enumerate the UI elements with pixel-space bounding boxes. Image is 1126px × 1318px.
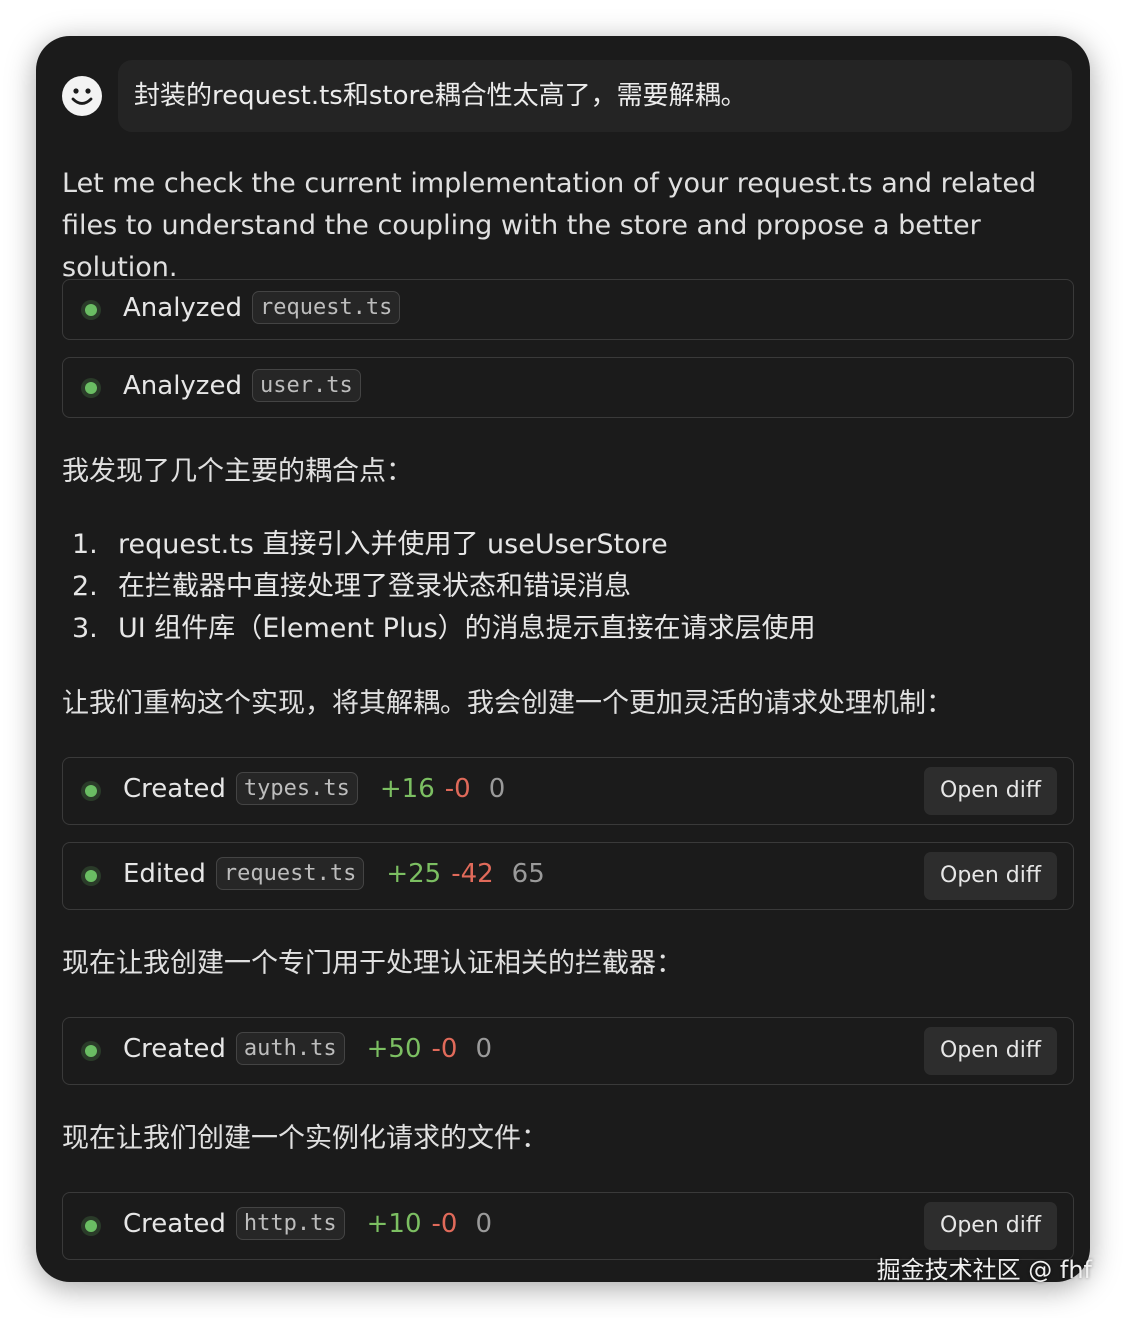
change-card-types[interactable]: Created types.ts +16 -0 0 Open diff xyxy=(62,757,1074,825)
status-dot-icon xyxy=(85,1220,97,1232)
lines-removed: -0 xyxy=(431,1208,458,1239)
change-count: 0 xyxy=(488,773,506,804)
change-card-auth[interactable]: Created auth.ts +50 -0 0 Open diff xyxy=(62,1017,1074,1085)
file-chip[interactable]: http.ts xyxy=(235,1207,345,1240)
coupling-issues-list: 1. request.ts 直接引入并使用了 useUserStore 2. 在… xyxy=(72,524,816,650)
action-label: Edited xyxy=(123,858,206,889)
lines-removed: -0 xyxy=(444,773,471,804)
change-card-request[interactable]: Edited request.ts +25 -42 65 Open diff xyxy=(62,842,1074,910)
action-label: Created xyxy=(123,1033,226,1064)
analyzed-card-user[interactable]: Analyzed user.ts xyxy=(62,357,1074,418)
status-dot-icon xyxy=(85,870,97,882)
file-chip[interactable]: request.ts xyxy=(251,291,401,324)
analyzed-card-request[interactable]: Analyzed request.ts xyxy=(62,279,1074,340)
status-dot-icon xyxy=(85,1045,97,1057)
auth-interceptor-text: 现在让我创建一个专门用于处理认证相关的拦截器： xyxy=(62,948,683,979)
list-item: 2. 在拦截器中直接处理了登录状态和错误消息 xyxy=(72,571,631,602)
open-diff-button[interactable]: Open diff xyxy=(924,1202,1057,1250)
change-card-http[interactable]: Created http.ts +10 -0 0 Open diff xyxy=(62,1192,1074,1260)
change-count: 0 xyxy=(475,1208,492,1239)
http-instance-text: 现在让我们创建一个实例化请求的文件： xyxy=(62,1123,548,1154)
status-dot-icon xyxy=(85,785,97,797)
file-chip[interactable]: request.ts xyxy=(215,857,365,890)
list-item: 3. UI 组件库（Element Plus）的消息提示直接在请求层使用 xyxy=(72,613,816,644)
lines-added: +25 xyxy=(386,858,442,889)
open-diff-button[interactable]: Open diff xyxy=(924,767,1057,815)
user-message-bubble: 封装的request.ts和store耦合性太高了，需要解耦。 xyxy=(118,60,1072,132)
chat-window: 封装的request.ts和store耦合性太高了，需要解耦。 Let me c… xyxy=(36,36,1090,1282)
lines-removed: -42 xyxy=(451,858,494,889)
action-label: Created xyxy=(123,1208,226,1239)
refactor-text: 让我们重构这个实现，将其解耦。我会创建一个更加灵活的请求处理机制： xyxy=(62,688,953,719)
status-dot-icon xyxy=(85,382,97,394)
action-label: Analyzed xyxy=(123,292,242,323)
lines-added: +16 xyxy=(379,773,435,804)
assistant-intro-text: Let me check the current implementation … xyxy=(62,168,1037,283)
status-dot-icon xyxy=(85,304,97,316)
change-count: 65 xyxy=(511,858,545,889)
action-label: Analyzed xyxy=(123,370,242,401)
list-item: 1. request.ts 直接引入并使用了 useUserStore xyxy=(72,529,668,560)
action-label: Created xyxy=(123,773,226,804)
lines-added: +10 xyxy=(366,1208,422,1239)
smiley-face-icon xyxy=(62,76,102,116)
file-chip[interactable]: user.ts xyxy=(251,369,361,402)
watermark: 掘金技术社区 @ fhf xyxy=(876,1256,1092,1284)
open-diff-button[interactable]: Open diff xyxy=(924,852,1057,900)
open-diff-button[interactable]: Open diff xyxy=(924,1027,1057,1075)
file-chip[interactable]: types.ts xyxy=(235,772,358,805)
lines-removed: -0 xyxy=(431,1033,458,1064)
file-chip[interactable]: auth.ts xyxy=(235,1032,345,1065)
found-coupling-text: 我发现了几个主要的耦合点： xyxy=(62,456,413,487)
lines-added: +50 xyxy=(366,1033,422,1064)
user-message-row: 封装的request.ts和store耦合性太高了，需要解耦。 xyxy=(62,60,1072,132)
change-count: 0 xyxy=(475,1033,492,1064)
